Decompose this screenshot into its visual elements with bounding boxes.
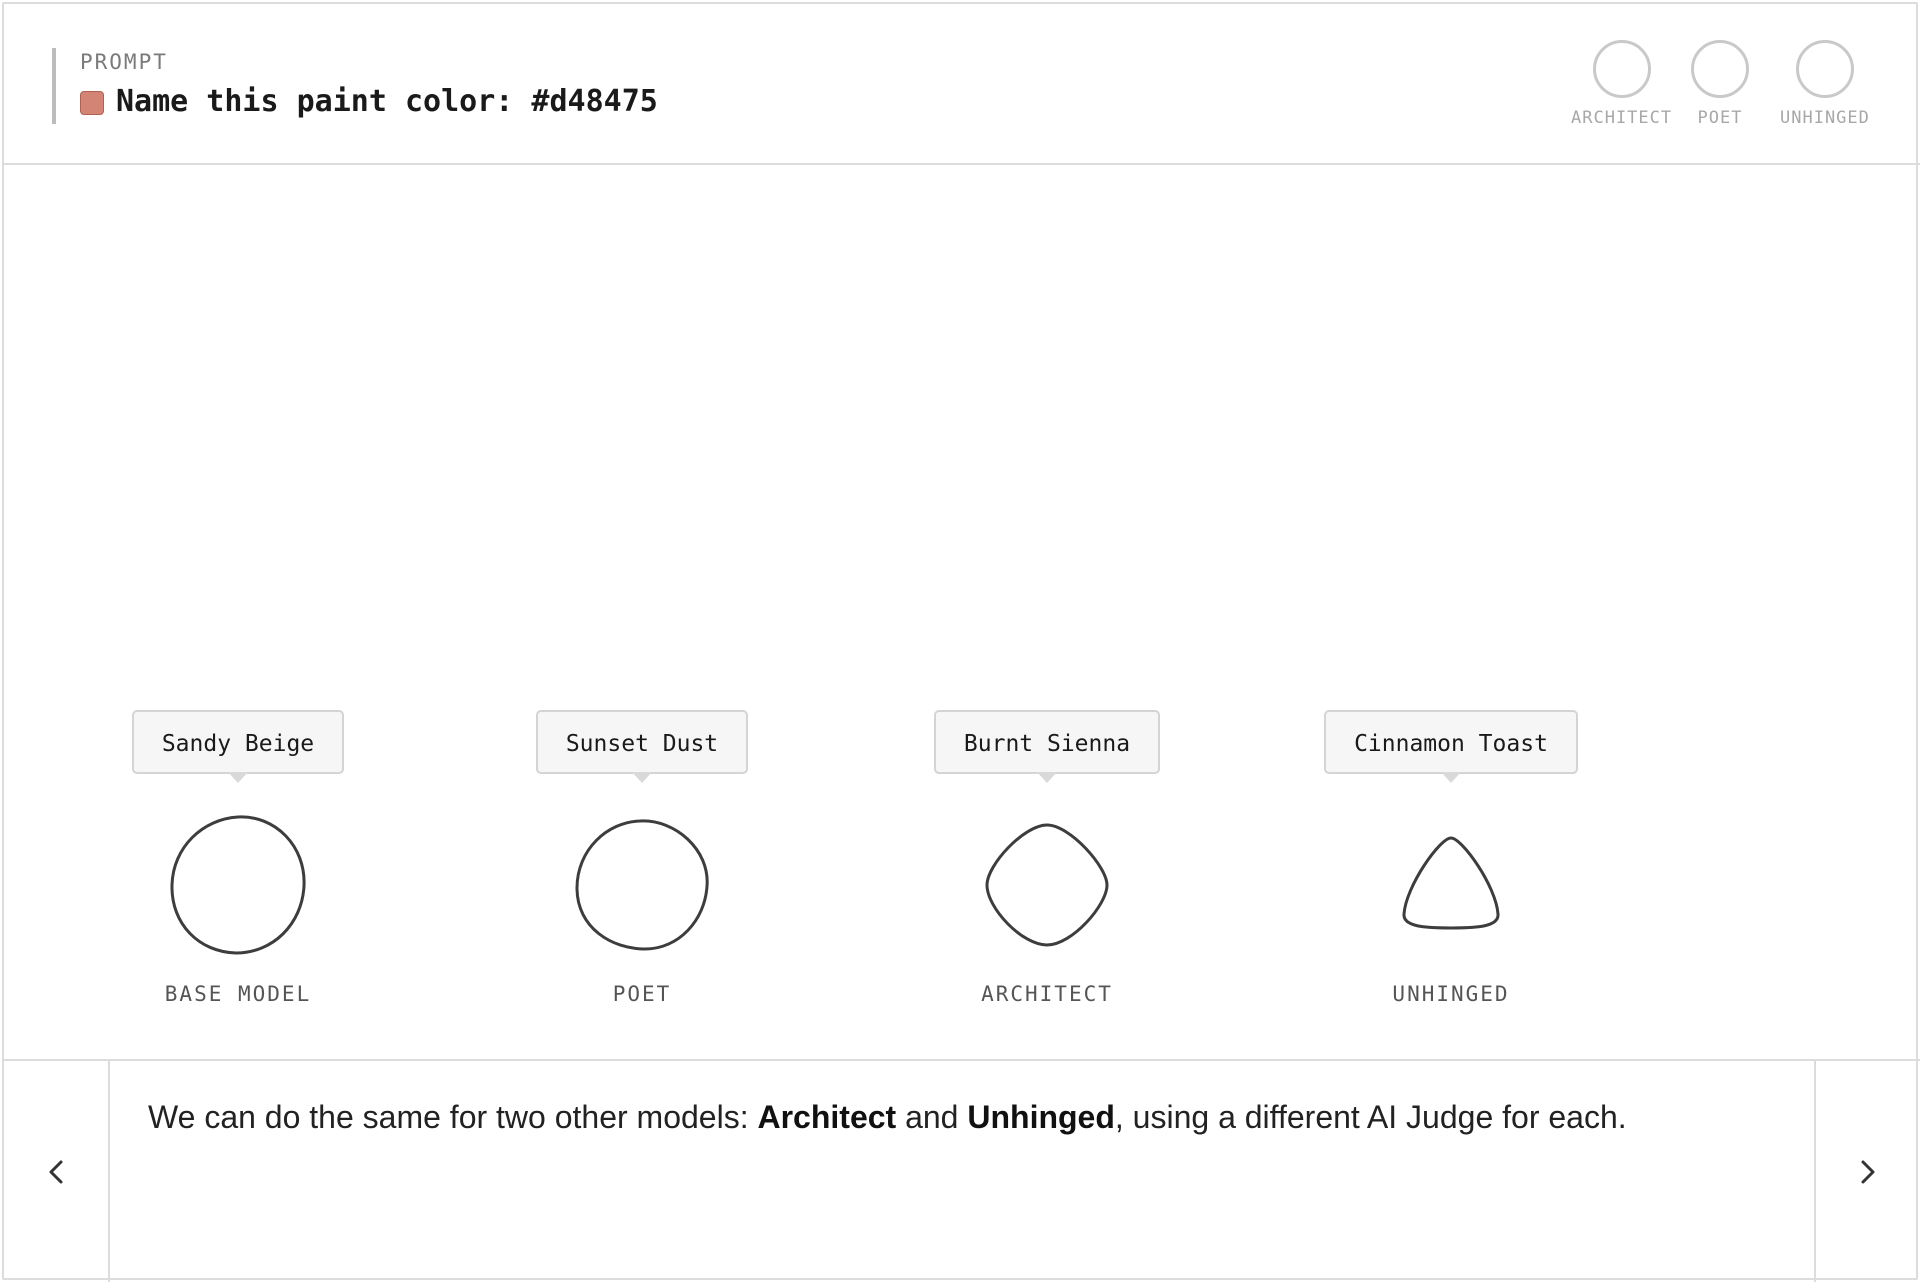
answer-tooltip: Cinnamon Toast — [1324, 710, 1578, 783]
prompt-label: PROMPT — [80, 50, 168, 74]
previous-button[interactable] — [4, 1061, 110, 1282]
caption-bold: Unhinged — [967, 1099, 1115, 1135]
prompt-text: Name this paint color: #d48475 — [116, 84, 658, 119]
caption-footer: We can do the same for two other models:… — [4, 1059, 1920, 1282]
model-poet[interactable]: Sunset Dust POET — [492, 710, 792, 1006]
next-button[interactable] — [1814, 1061, 1920, 1282]
answer-tooltip: Burnt Sienna — [933, 710, 1161, 783]
caption-part: We can do the same for two other models: — [148, 1099, 758, 1135]
legend-poet: POET — [1691, 40, 1749, 128]
legend-label: POET — [1697, 108, 1743, 128]
prompt-header: PROMPT Name this paint color: #d48475 AR… — [4, 4, 1920, 165]
legend-circle-icon — [1691, 40, 1749, 98]
caption-part: and — [896, 1099, 968, 1135]
model-label: POET — [612, 982, 672, 1006]
unhinged-blob-icon — [1376, 810, 1526, 960]
architect-blob-icon — [972, 810, 1122, 960]
model-unhinged[interactable]: Cinnamon Toast UNHINGED — [1301, 710, 1601, 1006]
answer-tooltip: Sunset Dust — [535, 710, 749, 783]
caption-part: , using a different AI Judge for each. — [1114, 1099, 1627, 1135]
caption-bold: Architect — [757, 1099, 897, 1135]
caption-text: We can do the same for two other models:… — [148, 1095, 1768, 1139]
legend-circle-icon — [1795, 40, 1854, 98]
base-model-blob-icon — [163, 810, 313, 960]
chevron-left-icon — [49, 1160, 63, 1183]
model-label: UNHINGED — [1392, 982, 1510, 1006]
model-label: ARCHITECT — [981, 982, 1113, 1006]
chevron-right-icon — [1861, 1160, 1875, 1183]
model-architect[interactable]: Burnt Sienna ARCHITECT — [897, 710, 1197, 1006]
legend-architect: ARCHITECT — [1571, 40, 1672, 128]
legend-label: UNHINGED — [1780, 108, 1870, 128]
model-label: BASE MODEL — [164, 982, 312, 1006]
legend-circle-icon — [1592, 40, 1651, 98]
poet-blob-icon — [567, 810, 717, 960]
model-stage: Sandy Beige BASE MODEL Sunset Dust POET … — [4, 165, 1920, 1059]
model-base[interactable]: Sandy Beige BASE MODEL — [88, 710, 388, 1006]
app-frame: PROMPT Name this paint color: #d48475 AR… — [2, 2, 1920, 1282]
legend-unhinged: UNHINGED — [1780, 40, 1870, 128]
legend-label: ARCHITECT — [1571, 108, 1673, 128]
prompt-accent-bar — [52, 48, 56, 124]
color-swatch — [80, 91, 104, 115]
answer-tooltip: Sandy Beige — [131, 710, 345, 783]
